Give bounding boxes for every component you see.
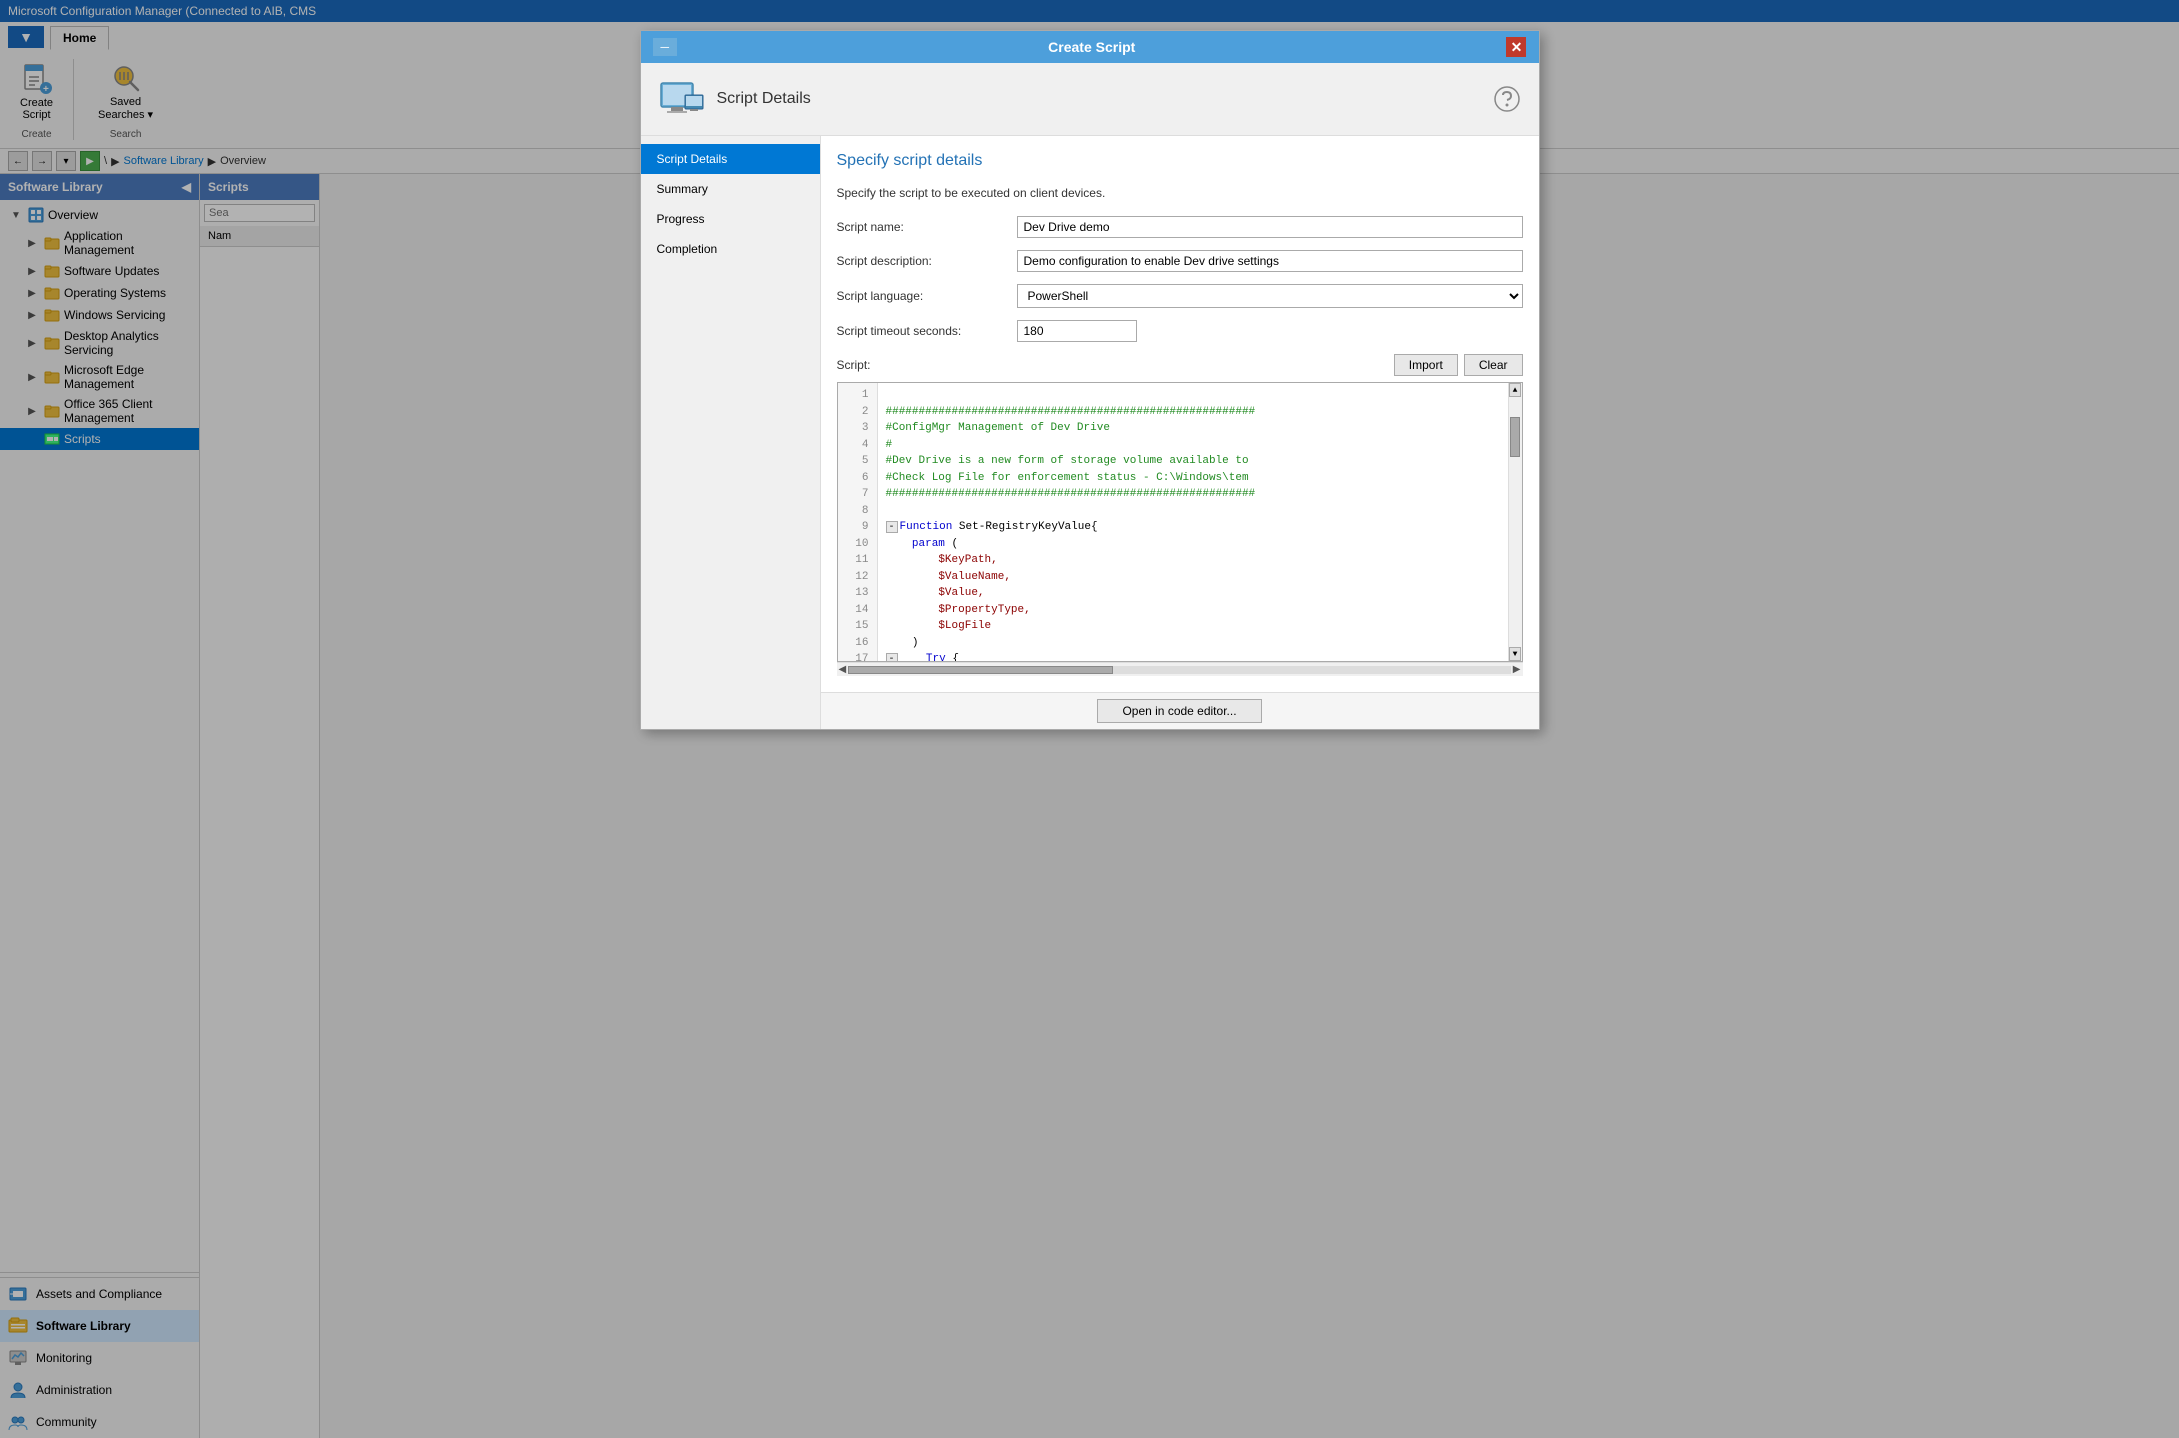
script-timeout-input[interactable] — [1017, 320, 1137, 342]
dialog-nav-completion[interactable]: Completion — [641, 234, 820, 264]
import-button[interactable]: Import — [1394, 354, 1458, 376]
code-content: ########################################… — [878, 383, 1508, 661]
dialog-content-area: Specify script details Specify the scrip… — [821, 174, 1539, 729]
dialog-nav-progress[interactable]: Progress — [641, 204, 820, 234]
app-container: Microsoft Configuration Manager (Connect… — [0, 0, 2179, 1438]
form-label-script-name: Script name: — [837, 220, 1017, 234]
form-row-script-desc: Script description: — [837, 250, 1523, 272]
script-lang-select[interactable]: PowerShell — [1017, 284, 1523, 308]
form-label-script-desc: Script description: — [837, 254, 1017, 268]
dialog-bottom: Open in code editor... — [821, 692, 1539, 729]
scroll-thumb[interactable] — [1510, 417, 1520, 457]
open-editor-button[interactable]: Open in code editor... — [1097, 699, 1261, 723]
dialog-nav-summary[interactable]: Summary — [641, 174, 820, 204]
main-area: Software Library ◀ ▼ Overview ▶ — [0, 174, 2179, 1438]
clear-button[interactable]: Clear — [1464, 354, 1523, 376]
script-label-row: Script: Import Clear — [837, 354, 1523, 376]
hscroll-thumb[interactable] — [848, 666, 1113, 674]
scroll-up-button[interactable]: ▲ — [1509, 383, 1521, 397]
dialog-main: Specify script details Specify the scrip… — [821, 174, 1539, 692]
dialog: ─ Create Script ✕ — [640, 174, 1540, 730]
form-label-script-lang: Script language: — [837, 289, 1017, 303]
code-scrollbar[interactable]: ▲ ▼ — [1508, 383, 1522, 661]
dialog-description: Specify the script to be executed on cli… — [837, 186, 1523, 200]
dialog-nav: Script Details Summary Progress Completi… — [641, 174, 821, 729]
dialog-overlay: ─ Create Script ✕ — [0, 174, 2179, 1438]
dialog-body: Script Details Summary Progress Completi… — [641, 174, 1539, 729]
form-row-script-timeout: Script timeout seconds: — [837, 320, 1523, 342]
script-field-label: Script: — [837, 358, 871, 372]
script-buttons: Import Clear — [1394, 354, 1523, 376]
script-desc-input[interactable] — [1017, 250, 1523, 272]
code-editor[interactable]: 1 2 3 4 5 6 7 8 9 10 — [837, 382, 1523, 662]
form-label-script-timeout: Script timeout seconds: — [837, 324, 1017, 338]
hscroll-left-button[interactable]: ◀ — [839, 664, 847, 675]
scroll-down-button[interactable]: ▼ — [1509, 647, 1521, 661]
form-row-script-name: Script name: — [837, 216, 1523, 238]
hscroll-track — [848, 666, 1511, 674]
script-name-input[interactable] — [1017, 216, 1523, 238]
hscroll-right-button[interactable]: ▶ — [1513, 664, 1521, 675]
code-hscroll: ◀ ▶ — [837, 662, 1523, 676]
code-line-numbers: 1 2 3 4 5 6 7 8 9 10 — [838, 383, 878, 661]
form-row-script-lang: Script language: PowerShell — [837, 284, 1523, 308]
